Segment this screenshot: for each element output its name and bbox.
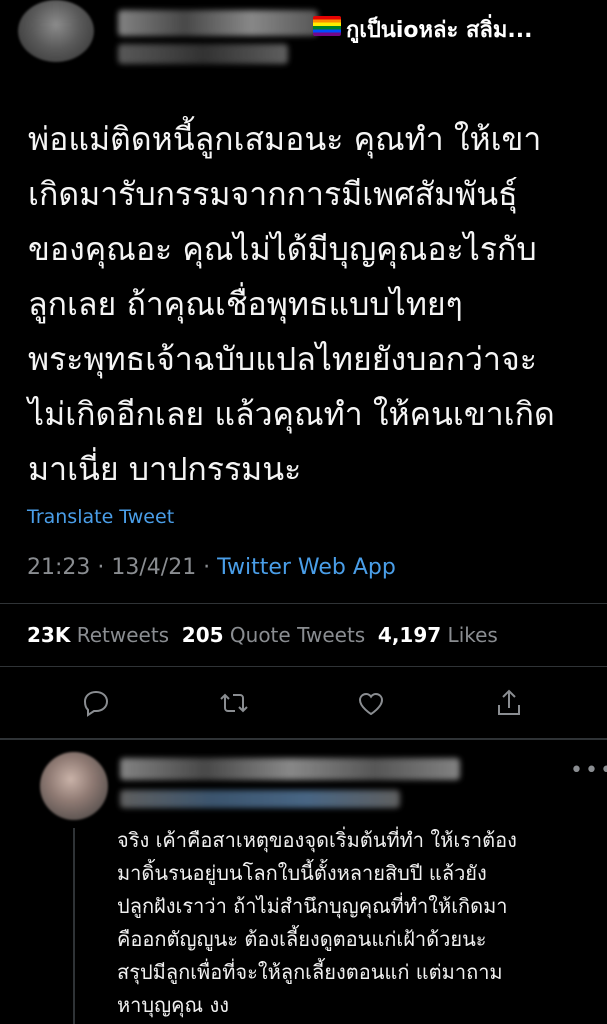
tweet-text-line: เกิดมารับกรรมจากการมีเพศสัมพันธุ์ xyxy=(28,175,518,213)
author-avatar[interactable] xyxy=(18,0,94,62)
quotes-label: Quote Tweets xyxy=(229,623,366,647)
tweet-timestamp[interactable]: 21:23 · 13/4/21 · xyxy=(27,555,217,580)
retweets-count: 23K xyxy=(27,623,71,647)
likes-label: Likes xyxy=(447,623,498,647)
like-icon xyxy=(358,693,384,716)
retweets-stat[interactable]: 23K Retweets xyxy=(27,623,169,647)
reply-text-line: ปลูกฝังเราว่า ถ้าไม่สำนึกบุญคุณที่ทำให้เ… xyxy=(117,894,508,918)
reply-text-line: สรุปมีลูกเพื่อที่จะให้ลูกเลี้ยงตอนแก่ แต… xyxy=(117,960,503,984)
divider xyxy=(0,666,607,667)
retweet-button[interactable] xyxy=(214,683,254,723)
tweet-stats: 23K Retweets 205 Quote Tweets 4,197 Like… xyxy=(27,623,498,647)
divider xyxy=(0,603,607,604)
likes-stat[interactable]: 4,197 Likes xyxy=(378,623,498,647)
quotes-stat[interactable]: 205 Quote Tweets xyxy=(182,623,365,647)
author-name-redacted[interactable] xyxy=(118,10,318,36)
likes-count: 4,197 xyxy=(377,623,442,647)
reply-button[interactable] xyxy=(76,683,116,723)
reply-text-line: คืออกตัญญูนะ ต้องเลี้ยงดูตอนแก่เฝ้าด้วยน… xyxy=(117,927,487,951)
divider xyxy=(0,738,607,740)
thread-line xyxy=(73,828,75,1024)
translate-tweet-link[interactable]: Translate Tweet xyxy=(27,506,174,528)
share-button[interactable] xyxy=(489,683,529,723)
reply-text-line: หาบุญคุณ งง xyxy=(117,993,229,1017)
author-display-name[interactable]: กูเป็นioหล่ะ สลิ่ม... xyxy=(346,12,532,47)
reply-icon xyxy=(83,690,109,717)
tweet-text: พ่อแม่ติดหนี้ลูกเสมอนะ คุณทำ ให้เขา เกิด… xyxy=(28,112,588,497)
tweet-text-line: พ่อแม่ติดหนี้ลูกเสมอนะ คุณทำ ให้เขา xyxy=(28,120,542,158)
tweet-text-line: ของคุณอะ คุณไม่ได้มีบุญคุณอะไรกับ xyxy=(28,230,537,268)
tweet-text-line: มาเนี่ย บาปกรรมนะ xyxy=(28,450,302,488)
rainbow-flag-icon xyxy=(313,16,341,36)
tweet-source-app[interactable]: Twitter Web App xyxy=(217,555,396,580)
retweet-icon xyxy=(220,693,248,713)
more-options-icon[interactable]: ••• xyxy=(570,758,607,783)
reply-text: จริง เค้าคือสาเหตุของจุดเริ่มต้นที่ทำ ให… xyxy=(117,824,597,1022)
reply-text-line: มาดิ้นรนอยู่บนโลกใบนี้ตั้งหลายสิบปี แล้ว… xyxy=(117,861,487,885)
retweets-label: Retweets xyxy=(76,623,170,647)
share-icon xyxy=(498,689,520,715)
tweet-text-line: พระพุทธเจ้าฉบับแปลไทยยังบอกว่าจะ xyxy=(28,340,537,378)
quotes-count: 205 xyxy=(181,623,224,647)
tweet-text-line: ลูกเลย ถ้าคุณเชื่อพุทธแบบไทยๆ xyxy=(28,285,463,323)
like-button[interactable] xyxy=(351,683,391,723)
author-handle-redacted[interactable] xyxy=(118,44,288,64)
replying-to-redacted[interactable] xyxy=(120,790,400,808)
tweet-meta: 21:23 · 13/4/21 · Twitter Web App xyxy=(27,555,396,580)
reply-text-line: จริง เค้าคือสาเหตุของจุดเริ่มต้นที่ทำ ให… xyxy=(117,828,517,852)
reply-author-avatar[interactable] xyxy=(40,752,108,820)
reply-author-name-redacted[interactable] xyxy=(120,758,460,780)
tweet-text-line: ไม่เกิดอีกเลย แล้วคุณทำ ให้คนเขาเกิด xyxy=(28,395,555,433)
